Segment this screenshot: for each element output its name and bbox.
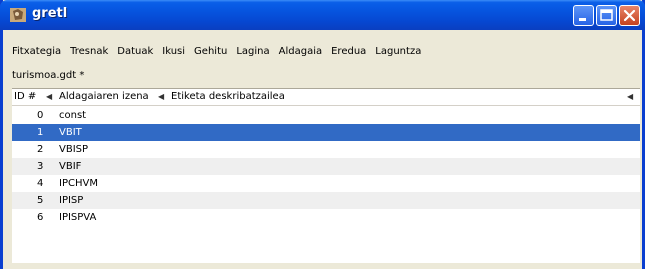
list-item[interactable]: 2 VBISP — [12, 141, 640, 158]
row-id: 2 — [37, 144, 44, 155]
menu-fitxategia[interactable]: Fitxategia — [12, 46, 61, 57]
title-bar[interactable]: gretl — [0, 0, 645, 30]
row-id: 5 — [37, 195, 44, 206]
row-id: 4 — [37, 178, 44, 189]
gretl-app-icon[interactable] — [9, 6, 27, 24]
row-variable-name: IPISP — [59, 195, 84, 206]
sort-arrow-icon[interactable]: ◀ — [627, 92, 633, 101]
menu-eredua[interactable]: Eredua — [331, 46, 366, 57]
menu-laguntza[interactable]: Laguntza — [375, 46, 421, 57]
maximize-icon — [600, 9, 613, 21]
menu-lagina[interactable]: Lagina — [236, 46, 269, 57]
list-item[interactable]: 4 IPCHVM — [12, 175, 640, 192]
row-variable-name: IPCHVM — [59, 178, 98, 189]
menu-datuak[interactable]: Datuak — [117, 46, 153, 57]
close-icon — [623, 9, 636, 22]
row-variable-name: VBISP — [59, 144, 89, 155]
list-item-selected[interactable]: 1 VBIT — [12, 124, 640, 141]
minimize-button[interactable] — [573, 5, 594, 26]
minimize-icon — [579, 18, 586, 21]
close-button[interactable] — [619, 5, 640, 26]
row-id: 0 — [37, 110, 44, 121]
menu-gehitu[interactable]: Gehitu — [194, 46, 227, 57]
row-variable-name: const — [59, 110, 87, 121]
app-window: gretl Fitxategia Tresnak Datuak Ikusi Ge… — [0, 0, 645, 269]
list-item[interactable]: 3 VBIF — [12, 158, 640, 175]
dataset-filename: turismoa.gdt * — [12, 70, 85, 81]
list-item[interactable]: 5 IPISP — [12, 192, 640, 209]
menu-bar: Fitxategia Tresnak Datuak Ikusi Gehitu L… — [3, 42, 642, 60]
row-variable-name: IPISPVA — [59, 212, 97, 223]
column-header-id[interactable]: ID # — [14, 91, 36, 102]
row-id: 3 — [37, 161, 44, 172]
row-id: 1 — [37, 127, 44, 138]
list-header: ID # ◀ Aldagaiaren izena ◀ Etiketa deskr… — [12, 89, 640, 106]
maximize-button[interactable] — [596, 5, 617, 26]
menu-tresnak[interactable]: Tresnak — [70, 46, 108, 57]
window-title: gretl — [32, 6, 68, 21]
row-id: 6 — [37, 212, 44, 223]
variable-list[interactable]: ID # ◀ Aldagaiaren izena ◀ Etiketa deskr… — [12, 88, 640, 263]
column-header-label[interactable]: Etiketa deskribatzailea — [171, 91, 285, 102]
column-header-name[interactable]: Aldagaiaren izena — [59, 91, 149, 102]
menu-ikusi[interactable]: Ikusi — [162, 46, 185, 57]
menu-aldagaia[interactable]: Aldagaia — [279, 46, 322, 57]
list-item[interactable]: 0 const — [12, 107, 640, 124]
list-item[interactable]: 6 IPISPVA — [12, 209, 640, 226]
row-variable-name: VBIT — [59, 127, 82, 138]
sort-arrow-icon[interactable]: ◀ — [46, 92, 52, 101]
sort-arrow-icon[interactable]: ◀ — [158, 92, 164, 101]
row-variable-name: VBIF — [59, 161, 82, 172]
